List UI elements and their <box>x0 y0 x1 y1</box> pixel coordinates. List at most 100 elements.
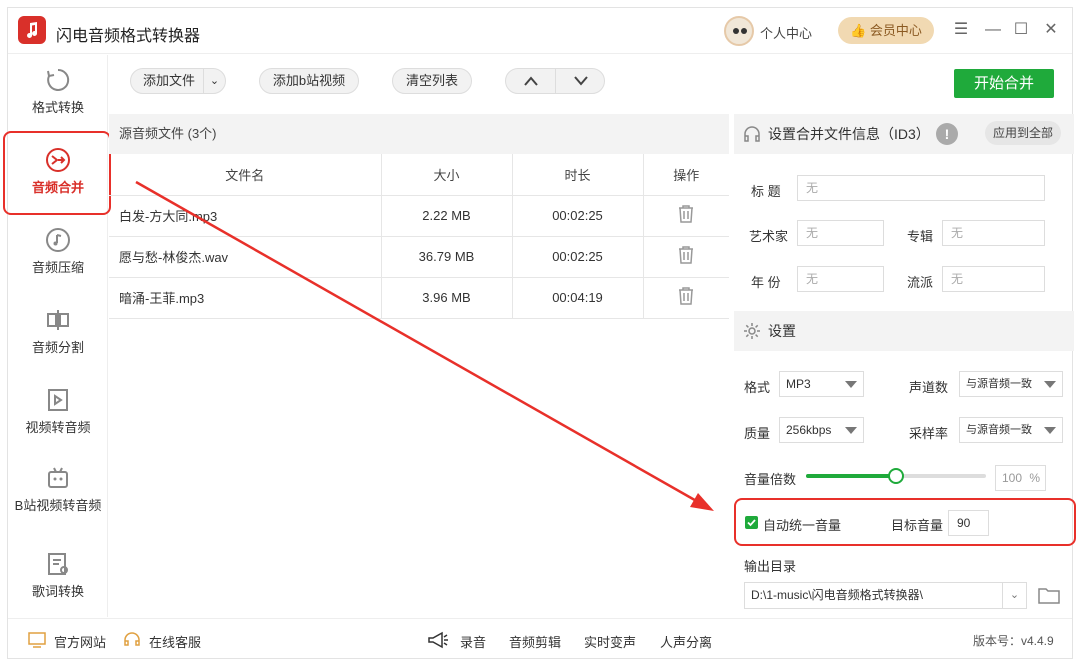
target-volume-label: 目标音量 <box>891 518 944 533</box>
artist-field[interactable]: 无 <box>797 220 884 246</box>
year-field[interactable]: 无 <box>797 266 884 292</box>
sidebar-item-audio-split[interactable]: 音频分割 <box>8 307 108 356</box>
volume-slider[interactable] <box>806 468 986 484</box>
volume-input[interactable]: 100 % <box>995 465 1046 491</box>
folder-icon[interactable] <box>1037 585 1061 605</box>
gear-icon <box>744 323 760 339</box>
chevron-down-icon[interactable]: ⌄ <box>1002 583 1026 608</box>
auto-volume-checkbox[interactable] <box>745 516 758 529</box>
table-row[interactable]: 愿与愁-林俊杰.wav 36.79 MB 00:02:25 <box>109 236 729 278</box>
output-path-select[interactable]: D:\1-music\闪电音频格式转换器\ ⌄ <box>744 582 1027 609</box>
avatar[interactable] <box>724 16 754 46</box>
vip-center-label: 会员中心 <box>869 23 922 38</box>
samplerate-value: 与源音频一致 <box>966 424 1032 436</box>
headset-icon <box>124 632 140 646</box>
realtime-voice-link[interactable]: 实时变声 <box>584 632 636 651</box>
target-volume-input[interactable]: 90 <box>948 510 989 536</box>
channels-label: 声道数 <box>909 380 949 395</box>
table-row[interactable]: 白发-方大同.mp3 2.22 MB 00:02:25 <box>109 195 729 237</box>
dropdown-arrow-icon <box>845 381 857 388</box>
column-header-size[interactable]: 大小 <box>381 154 513 196</box>
title-label: 标 题 <box>751 184 781 199</box>
file-size: 2.22 MB <box>381 195 513 237</box>
file-size: 36.79 MB <box>381 236 513 278</box>
start-merge-button[interactable]: 开始合并 <box>954 69 1054 98</box>
megaphone-icon <box>428 631 448 649</box>
move-down-button[interactable] <box>556 69 606 93</box>
sidebar-item-audio-merge[interactable]: 音频合并 <box>8 147 108 196</box>
headphone-icon <box>744 126 760 142</box>
table-row[interactable]: 暗涌-王菲.mp3 3.96 MB 00:04:19 <box>109 277 729 319</box>
file-duration: 00:02:25 <box>512 195 644 237</box>
check-icon <box>747 519 756 527</box>
add-file-button[interactable]: 添加文件 ⌄ <box>130 68 226 94</box>
channels-value: 与源音频一致 <box>966 378 1032 390</box>
format-select[interactable]: MP3 <box>779 371 864 397</box>
move-up-button[interactable] <box>506 69 556 93</box>
file-duration: 00:04:19 <box>512 277 644 319</box>
sidebar-item-label: 音频分割 <box>31 340 84 355</box>
website-icon <box>28 632 46 648</box>
add-file-label: 添加文件 <box>143 73 196 88</box>
settings-title: 设置 <box>768 323 796 339</box>
menu-icon[interactable]: ☰ <box>952 21 970 39</box>
column-header-duration[interactable]: 时长 <box>512 154 644 196</box>
quality-value: 256kbps <box>786 423 832 437</box>
year-label: 年 份 <box>751 275 781 290</box>
column-header-action: 操作 <box>643 154 729 196</box>
sidebar-item-audio-compress[interactable]: 音频压缩 <box>8 227 108 276</box>
refresh-icon <box>47 68 70 91</box>
format-label: 格式 <box>744 380 771 395</box>
apply-all-button[interactable]: 应用到全部 <box>985 121 1061 145</box>
online-service-link[interactable]: 在线客服 <box>149 632 201 651</box>
official-website-link[interactable]: 官方网站 <box>54 632 106 651</box>
volume-slider-handle[interactable] <box>888 468 904 484</box>
vocal-separate-link[interactable]: 人声分离 <box>660 632 712 651</box>
sidebar-item-label: 歌词转换 <box>31 584 84 599</box>
file-duration: 00:02:25 <box>512 236 644 278</box>
trash-icon[interactable] <box>677 286 695 306</box>
channels-select[interactable]: 与源音频一致 <box>959 371 1063 397</box>
chevron-down-icon[interactable]: ⌄ <box>203 69 225 93</box>
record-link[interactable]: 录音 <box>460 632 486 651</box>
add-bilibili-button[interactable]: 添加b站视频 <box>259 68 359 94</box>
footer: 官方网站 在线客服 录音 音频剪辑 实时变声 人声分离 版本号：v4.4.9 <box>8 618 1072 660</box>
app-logo-icon <box>18 16 46 44</box>
sidebar-item-lyrics-convert[interactable]: 歌词转换 <box>8 551 108 600</box>
sidebar-item-video-to-audio[interactable]: 视频转音频 <box>8 387 108 436</box>
info-warning-icon[interactable]: ! <box>936 123 958 145</box>
sidebar-item-bilibili-to-audio[interactable]: B站视频转音频 <box>8 465 108 514</box>
app-window: 闪电音频格式转换器 个人中心 👍 会员中心 ☰ — ☐ ✕ 格式转换 音频合并 … <box>3 7 1076 660</box>
app-title: 闪电音频格式转换器 <box>56 28 201 45</box>
settings-header: 设置 <box>734 311 1074 351</box>
sidebar-item-format-convert[interactable]: 格式转换 <box>8 67 108 116</box>
samplerate-select[interactable]: 与源音频一致 <box>959 417 1063 443</box>
audio-edit-link[interactable]: 音频剪辑 <box>509 632 561 651</box>
file-name: 愿与愁-林俊杰.wav <box>109 236 382 278</box>
trash-icon[interactable] <box>677 245 695 265</box>
column-header-name[interactable]: 文件名 <box>109 154 382 196</box>
close-icon[interactable]: ✕ <box>1042 21 1060 39</box>
music-note-icon <box>46 228 70 252</box>
vip-center-button[interactable]: 👍 会员中心 <box>838 17 934 44</box>
sidebar-item-label: 视频转音频 <box>25 420 91 435</box>
minimize-icon[interactable]: — <box>984 21 1002 39</box>
title-field[interactable]: 无 <box>797 175 1045 201</box>
maximize-icon[interactable]: ☐ <box>1012 21 1030 39</box>
album-field[interactable]: 无 <box>942 220 1045 246</box>
sidebar-item-label: B站视频转音频 <box>14 498 102 513</box>
quality-select[interactable]: 256kbps <box>779 417 864 443</box>
bilibili-icon <box>48 467 68 488</box>
chevron-down-icon <box>574 76 588 86</box>
clear-list-button[interactable]: 清空列表 <box>392 68 472 94</box>
sidebar-item-label: 格式转换 <box>31 100 84 115</box>
personal-center-link[interactable]: 个人中心 <box>760 23 812 42</box>
chevron-up-icon <box>523 76 538 86</box>
dropdown-arrow-icon <box>1044 381 1056 388</box>
genre-field[interactable]: 无 <box>942 266 1045 292</box>
volume-value: 100 <box>1002 471 1023 485</box>
file-name: 暗涌-王菲.mp3 <box>109 277 382 319</box>
genre-label: 流派 <box>907 275 934 290</box>
trash-icon[interactable] <box>677 204 695 224</box>
auto-volume-label[interactable]: 自动统一音量 <box>763 515 841 534</box>
